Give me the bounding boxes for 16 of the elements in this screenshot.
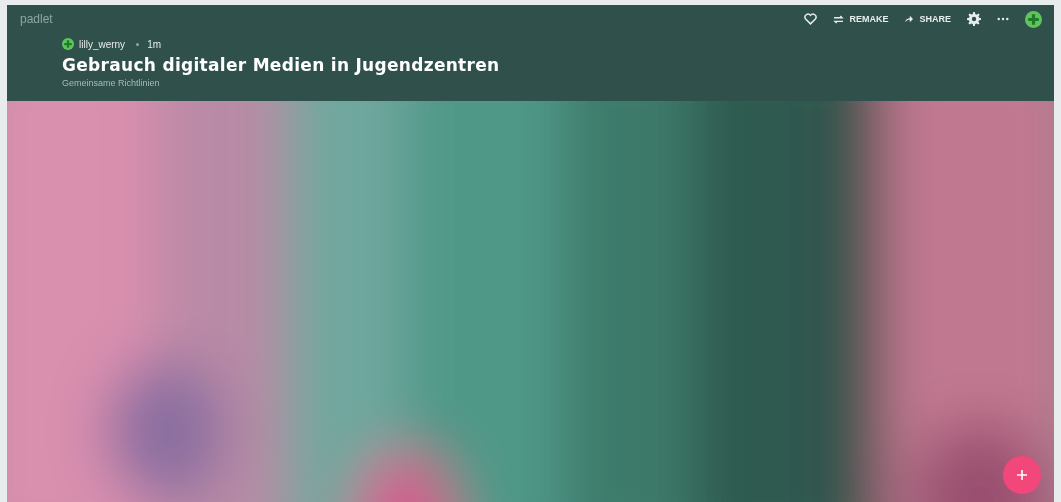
- separator-dot: [136, 42, 140, 46]
- share-button[interactable]: SHARE: [904, 14, 951, 24]
- author-name[interactable]: lilly_werny: [79, 38, 126, 50]
- more-icon[interactable]: [997, 17, 1009, 21]
- padlet-subtitle: Gemeinsame Richtlinien: [62, 78, 161, 88]
- settings-icon[interactable]: [967, 12, 981, 26]
- heart-icon[interactable]: [804, 13, 818, 25]
- share-icon: [904, 15, 915, 23]
- remake-button[interactable]: REMAKE: [833, 14, 889, 24]
- avatar-icon: [62, 38, 74, 50]
- brand-logo[interactable]: padlet: [20, 12, 53, 26]
- plus-icon: [1016, 469, 1028, 481]
- avatar-icon[interactable]: [1025, 10, 1042, 28]
- repeat-icon: [833, 14, 845, 24]
- post-time: 1m: [147, 38, 162, 50]
- padlet-title: Gebrauch digitaler Medien in Jugendzentren: [62, 55, 501, 75]
